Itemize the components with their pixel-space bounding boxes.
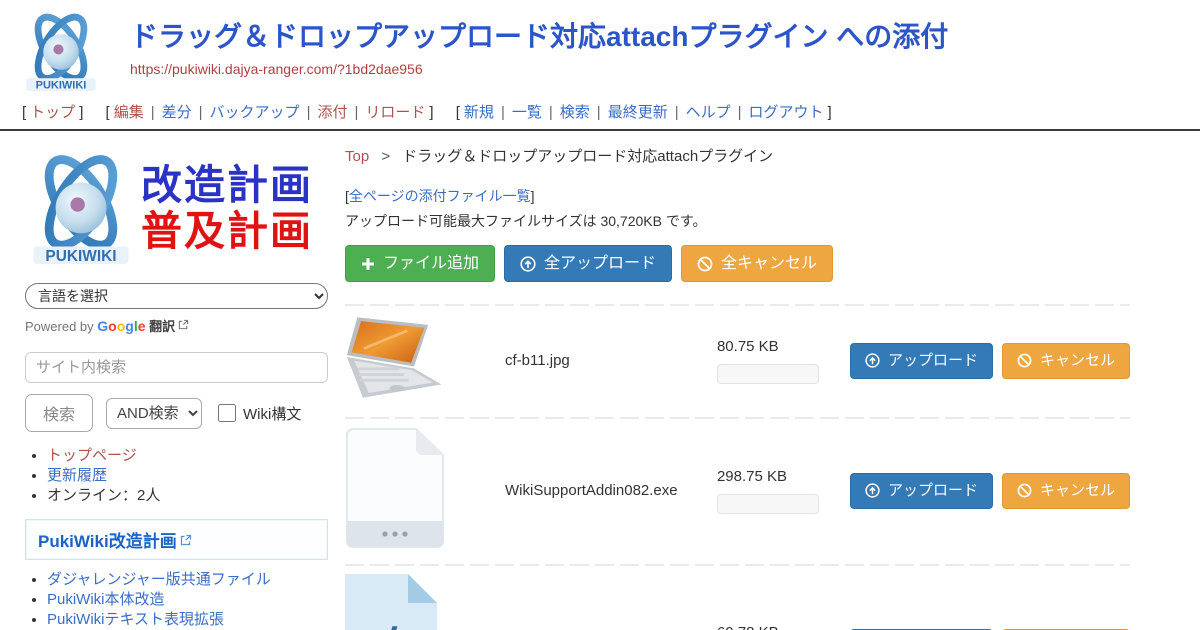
upload-progress-bar: [717, 494, 819, 514]
cancel-button[interactable]: キャンセル: [1002, 473, 1130, 509]
sidebar-item-online-count: オンライン：2人: [47, 488, 330, 505]
breadcrumb: Top > ドラッグ＆ドロップアップロード対応attachプラグイン: [345, 145, 1130, 166]
sidebar-item-text-ext: PukiWikiテキスト表現拡張: [47, 612, 330, 629]
upload-circle-icon: [520, 256, 536, 272]
generic-file-icon: [345, 427, 445, 549]
breadcrumb-home[interactable]: Top: [345, 148, 369, 165]
banner-wordmark: PUKIWIKI: [45, 248, 116, 265]
sidebar: PUKIWIKI 改造計画 普及計画 言語を選択 Powered by Goog…: [0, 131, 330, 630]
sidebar-section-header: PukiWiki改造計画: [25, 519, 328, 560]
nav-backup[interactable]: バックアップ: [210, 104, 300, 121]
laptop-photo-thumbnail: [345, 314, 449, 402]
ban-icon: [1017, 483, 1032, 498]
sidebar-list-plugins: ダジャレンジャー版共通ファイル PukiWiki本体改造 PukiWikiテキス…: [25, 572, 330, 630]
external-link-icon: [180, 533, 192, 551]
search-button[interactable]: 検索: [25, 394, 93, 432]
nav-attach[interactable]: 添付: [317, 104, 347, 121]
sidebar-item-core-mod: PukiWiki本体改造: [47, 592, 330, 609]
file-name: WikiSupportAddin082.exe: [505, 482, 717, 499]
translate-link[interactable]: 翻訳: [149, 319, 175, 334]
upload-queue: cf-b11.jpg 80.75 KB アップロード キャンセル: [345, 304, 1130, 630]
add-files-button[interactable]: ファイル追加: [345, 245, 495, 282]
nav-reload[interactable]: リロード: [365, 104, 425, 121]
cancel-button[interactable]: キャンセル: [1002, 343, 1130, 379]
nav-list[interactable]: 一覧: [512, 104, 542, 121]
file-row: WikiSupportAddin082.exe 298.75 KB アップロード…: [345, 417, 1130, 564]
nav-search[interactable]: 検索: [560, 104, 590, 121]
pukiwiki-banner-atom-icon: PUKIWIKI: [25, 145, 137, 273]
bulk-actions: ファイル追加 全アップロード 全キャンセル: [345, 245, 1130, 282]
ban-icon: [1017, 353, 1032, 368]
pukiwiki-logo-icon[interactable]: PUKIWIKI: [18, 8, 104, 96]
upload-button[interactable]: アップロード: [850, 473, 993, 509]
nav-help[interactable]: ヘルプ: [686, 104, 731, 121]
page-header: PUKIWIKI ドラッグ＆ドロップアップロード対応attachプラグイン への…: [0, 0, 1200, 131]
external-link-icon: [178, 318, 189, 333]
svg-text:</>: </>: [345, 617, 436, 630]
sidebar-banner[interactable]: PUKIWIKI 改造計画 普及計画: [25, 145, 330, 273]
all-attachments-link[interactable]: 全ページの添付ファイル一覧: [349, 188, 531, 204]
nav-top[interactable]: トップ: [30, 104, 75, 121]
nav-logout[interactable]: ログアウト: [749, 104, 824, 121]
main-content: Top > ドラッグ＆ドロップアップロード対応attachプラグイン [全ページ…: [330, 131, 1200, 630]
ban-icon: [697, 256, 713, 272]
sidebar-list-top: トップページ 更新履歴 オンライン：2人: [25, 448, 330, 504]
file-row: cf-b11.jpg 80.75 KB アップロード キャンセル: [345, 304, 1130, 417]
bracket: [: [22, 104, 26, 121]
toolbar-nav: [トップ] [編集|差分|バックアップ|添付|リロード] [新規|一覧|検索|最…: [0, 96, 1200, 129]
file-name: cf-b11.jpg: [505, 352, 717, 369]
logo-wordmark: PUKIWIKI: [36, 79, 87, 91]
file-size: 298.75 KB: [717, 468, 832, 485]
max-upload-size-text: アップロード可能最大ファイルサイズは 30,720KB です。: [345, 211, 1130, 231]
sidebar-item-top-page: トップページ: [47, 448, 330, 465]
upload-button[interactable]: アップロード: [850, 343, 993, 379]
nav-recent[interactable]: 最終更新: [608, 104, 668, 121]
cancel-all-button[interactable]: 全キャンセル: [681, 245, 833, 282]
nav-diff[interactable]: 差分: [162, 104, 192, 121]
file-row: </> contents.html 60.78 KB アップロード キャンセル: [345, 564, 1130, 630]
nav-edit[interactable]: 編集: [114, 104, 144, 121]
file-size: 80.75 KB: [717, 338, 832, 355]
sidebar-item-recent-changes: 更新履歴: [47, 468, 330, 485]
nav-new[interactable]: 新規: [464, 104, 494, 121]
breadcrumb-current: ドラッグ＆ドロップアップロード対応attachプラグイン: [402, 148, 773, 165]
page-title: ドラッグ＆ドロップアップロード対応attachプラグイン への添付: [130, 22, 948, 53]
google-logo: Google: [97, 318, 145, 334]
upload-all-button[interactable]: 全アップロード: [504, 245, 672, 282]
page-url-link[interactable]: https://pukiwiki.dajya-ranger.com/?1bd2d…: [130, 61, 423, 77]
wiki-syntax-label: Wiki構文: [243, 403, 301, 424]
sidebar-item-common-files: ダジャレンジャー版共通ファイル: [47, 572, 330, 589]
file-size: 60.78 KB: [717, 624, 832, 630]
banner-line2: 普及計画: [141, 209, 313, 255]
html-code-file-icon: </>: [345, 574, 437, 630]
upload-circle-icon: [865, 353, 880, 368]
upload-circle-icon: [865, 483, 880, 498]
plus-icon: [361, 257, 375, 271]
language-select[interactable]: 言語を選択: [25, 283, 328, 309]
sidebar-section-link[interactable]: PukiWiki改造計画: [38, 532, 177, 551]
wiki-syntax-checkbox[interactable]: [218, 404, 236, 422]
search-mode-select[interactable]: AND検索: [106, 398, 202, 429]
google-translate-attribution: Powered by Google 翻訳: [25, 316, 330, 335]
site-search-input[interactable]: [25, 352, 328, 383]
upload-progress-bar: [717, 364, 819, 384]
banner-line1: 改造計画: [141, 163, 313, 209]
